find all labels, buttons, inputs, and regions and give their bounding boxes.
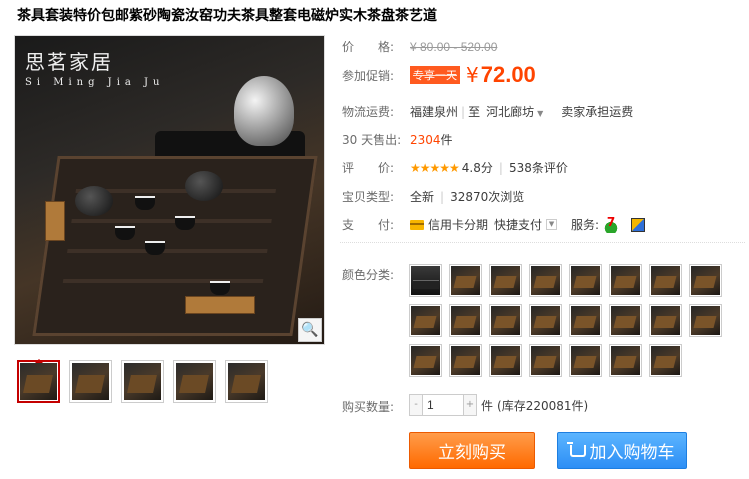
shipping-fee: 卖家承担运费 <box>561 105 634 119</box>
magnifier-icon[interactable]: 🔍 <box>298 318 322 342</box>
tea-tools-illustration <box>45 201 65 241</box>
increase-button[interactable]: + <box>463 394 477 416</box>
color-swatch[interactable] <box>529 264 562 297</box>
quantity-stepper: - + 件 (库存220081件) <box>409 394 588 416</box>
service-label: 服务: <box>571 218 600 232</box>
dropdown-icon[interactable]: ▼ <box>546 219 558 230</box>
color-swatch[interactable] <box>489 304 522 337</box>
color-swatch[interactable] <box>569 264 602 297</box>
review-count-link[interactable]: 538条评价 <box>509 159 568 176</box>
shopping-cart-icon <box>566 441 586 457</box>
color-swatch[interactable] <box>569 344 602 377</box>
original-price: ¥ 80.00 - 520.00 <box>410 39 498 54</box>
thumbnail-3[interactable] <box>121 360 164 403</box>
add-to-cart-button[interactable]: 加入购物车 <box>557 432 687 469</box>
tea-tray-illustration <box>32 156 318 336</box>
color-swatch[interactable] <box>649 304 682 337</box>
color-swatch[interactable] <box>609 304 642 337</box>
price-label: 价 格: <box>342 40 395 54</box>
quick-pay-link[interactable]: 快捷支付 <box>494 216 542 233</box>
wood-stand-illustration <box>185 296 255 314</box>
promo-label: 参加促销: <box>342 68 395 83</box>
thumbnail-5[interactable] <box>225 360 268 403</box>
rating-score: 4.8分 <box>461 161 493 175</box>
color-swatch[interactable] <box>529 344 562 377</box>
color-swatch[interactable] <box>409 344 442 377</box>
color-swatch[interactable] <box>649 344 682 377</box>
color-swatch[interactable] <box>689 304 722 337</box>
quantity-input[interactable] <box>423 394 463 416</box>
buy-now-label: 立刻购买 <box>438 443 506 463</box>
sales-count: 2304 <box>410 132 441 147</box>
color-swatch[interactable] <box>649 264 682 297</box>
section-divider <box>340 242 745 243</box>
rating-label: 评 价: <box>342 161 395 175</box>
color-swatch[interactable] <box>409 264 442 297</box>
cup-illustration <box>145 241 165 255</box>
color-swatch[interactable] <box>449 264 482 297</box>
chevron-down-icon: ▼ <box>537 109 544 118</box>
color-swatch[interactable] <box>609 264 642 297</box>
brand-name-cn: 思茗家居 <box>25 50 113 74</box>
promo-badge: 专享一天 <box>410 66 460 84</box>
product-condition: 全新 <box>410 190 435 204</box>
quantity-label: 购买数量: <box>342 400 395 414</box>
decrease-button[interactable]: - <box>409 394 423 416</box>
kettle-illustration <box>234 76 294 146</box>
cup-illustration <box>210 281 230 295</box>
color-swatch[interactable] <box>529 304 562 337</box>
main-product-image[interactable]: 思茗家居 Si Ming Jia Ju 🔍 <box>14 35 325 345</box>
shipping-to-prefix: 至 <box>468 105 481 119</box>
quantity-unit: 件 <box>481 398 494 413</box>
guarantee-badge-icon[interactable] <box>631 217 646 232</box>
color-swatch[interactable] <box>449 304 482 337</box>
teapot-illustration <box>185 171 223 201</box>
stock-count: (库存220081件) <box>497 398 589 413</box>
cup-illustration <box>175 216 195 230</box>
credit-card-icon <box>410 219 424 230</box>
color-swatch[interactable] <box>489 264 522 297</box>
color-swatch[interactable] <box>489 344 522 377</box>
shipping-destination[interactable]: 河北廊坊 ▼ <box>486 103 543 120</box>
product-title: 茶具套装特价包邮紫砂陶瓷汝窑功夫茶具整套电磁炉实木茶盘茶艺道 <box>17 8 437 24</box>
cup-illustration <box>135 196 155 210</box>
shipping-from: 福建泉州 <box>410 105 459 119</box>
brand-logo: 思茗家居 Si Ming Jia Ju <box>25 46 164 88</box>
color-options <box>409 264 739 377</box>
product-type-label: 宝贝类型: <box>342 190 395 204</box>
teapot-illustration <box>75 186 113 216</box>
sales-unit: 件 <box>440 133 453 147</box>
view-count: 32870次浏览 <box>450 190 525 204</box>
color-swatch[interactable] <box>569 304 602 337</box>
thumbnail-strip <box>17 359 268 403</box>
star-rating-icon: ★★★★★ <box>410 160 460 175</box>
payment-label: 支 付: <box>342 218 395 232</box>
thumbnail-4[interactable] <box>173 360 216 403</box>
color-swatch[interactable] <box>689 264 722 297</box>
cup-illustration <box>115 226 135 240</box>
promo-price: 72.00 <box>480 62 536 87</box>
thumbnail-2[interactable] <box>69 360 112 403</box>
credit-installment-link[interactable]: 信用卡分期 <box>428 216 488 233</box>
color-swatch[interactable] <box>449 344 482 377</box>
color-label: 颜色分类: <box>342 268 395 282</box>
sales-label: 30 天售出: <box>342 133 402 147</box>
shipping-label: 物流运费: <box>342 105 395 119</box>
thumbnail-1[interactable] <box>17 359 60 403</box>
color-swatch[interactable] <box>409 304 442 337</box>
seven-day-return-icon[interactable]: 7 <box>603 215 620 233</box>
buy-now-button[interactable]: 立刻购买 <box>409 432 535 469</box>
currency-symbol: ¥ <box>466 63 479 87</box>
add-to-cart-label: 加入购物车 <box>589 443 675 463</box>
brand-name-pinyin: Si Ming Jia Ju <box>25 77 165 88</box>
color-swatch[interactable] <box>609 344 642 377</box>
